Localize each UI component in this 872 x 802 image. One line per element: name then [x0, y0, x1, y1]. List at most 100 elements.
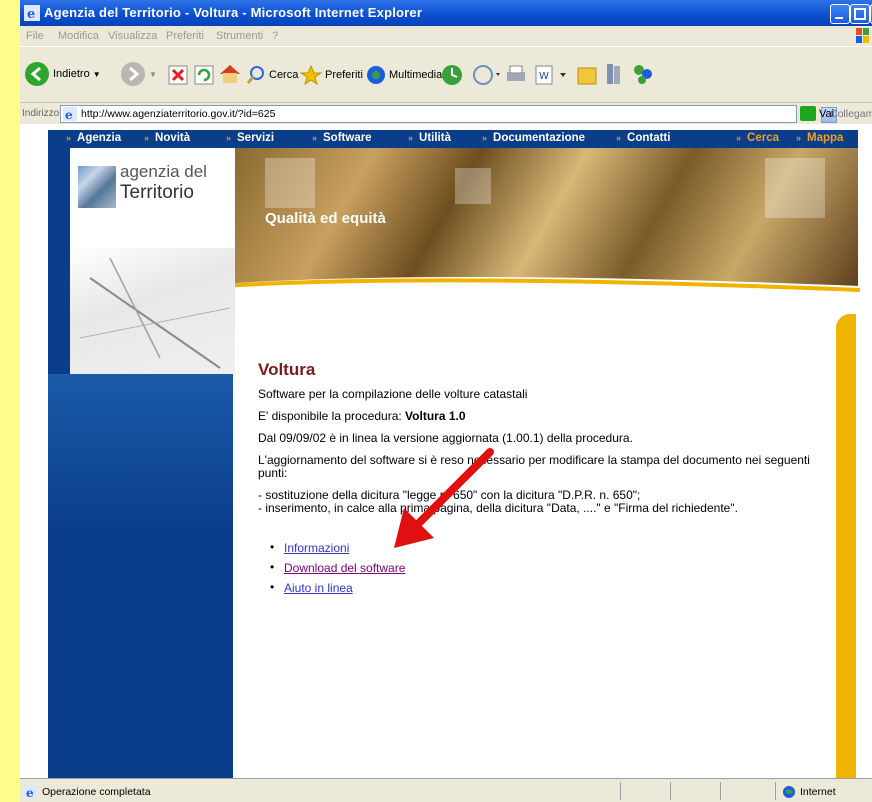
address-label: Indirizzo [22, 108, 60, 119]
nav-documentazione[interactable]: » Documentazione [482, 132, 585, 144]
nav-contatti[interactable]: » Contatti [616, 132, 670, 144]
links-list: Informazioni Download del software Aiuto… [258, 540, 828, 595]
right-gold-bar [836, 314, 856, 778]
availability-prefix: E' disponibile la procedura: [258, 409, 406, 423]
maximize-button[interactable] [850, 4, 870, 24]
folder-icon[interactable] [576, 63, 598, 87]
menu-modifica[interactable]: Modifica [58, 30, 99, 42]
svg-text:e: e [65, 108, 73, 121]
nav-label: Contatti [627, 132, 671, 144]
favorites-label: Preferiti [325, 69, 363, 81]
svg-text:W: W [539, 71, 549, 82]
menu-bar: File Modifica Visualizza Preferiti Strum… [20, 26, 872, 46]
go-button[interactable]: Vai [800, 106, 834, 121]
logo-line1: agenzia del [120, 162, 207, 181]
history-icon[interactable] [440, 63, 464, 87]
nav-novita[interactable]: » Novità [144, 132, 190, 144]
link-aiuto-in-linea[interactable]: Aiuto in linea [284, 581, 353, 595]
favorites-button[interactable]: Preferiti [300, 65, 363, 85]
link-informazioni[interactable]: Informazioni [284, 541, 349, 555]
menu-strumenti[interactable]: Strumenti [216, 30, 263, 42]
address-input[interactable]: e http://www.agenziaterritorio.gov.it/?i… [60, 105, 837, 123]
refresh-icon[interactable] [194, 65, 214, 85]
nav-utilita[interactable]: » Utilità [408, 132, 451, 144]
nav-software[interactable]: » Software [312, 132, 372, 144]
page-icon: e [63, 107, 77, 121]
forward-arrow-icon [121, 62, 145, 86]
back-button[interactable]: Indietro ▼ [24, 61, 101, 87]
mail-icon[interactable] [472, 63, 502, 87]
banner-tagline: Qualità ed equità [265, 210, 386, 227]
nav-label: Cerca [747, 132, 779, 144]
media-button[interactable]: Multimedia [366, 65, 442, 85]
edit-word-icon[interactable]: W [534, 63, 570, 87]
security-zone: Internet [782, 785, 836, 799]
menu-help[interactable]: ? [272, 30, 278, 42]
ie-icon: e [24, 5, 40, 21]
left-blue-panel [48, 374, 233, 778]
availability-version: Voltura 1.0 [405, 409, 466, 423]
logo-line2: Territorio [120, 182, 194, 203]
browser-window: e Agenzia del Territorio - Voltura - Mic… [20, 0, 872, 802]
home-icon[interactable] [218, 63, 242, 85]
menu-visualizza[interactable]: Visualizza [108, 30, 157, 42]
links-label[interactable]: Collegame [830, 108, 872, 120]
nav-label: Novità [155, 132, 191, 144]
media-icon [367, 66, 385, 84]
nav-label: Documentazione [493, 132, 586, 144]
stop-icon[interactable] [168, 65, 188, 85]
search-icon [246, 66, 264, 84]
title-bar: e Agenzia del Territorio - Voltura - Mic… [20, 0, 872, 26]
page-content: » Agenzia » Novità » Servizi » Software » Uti… [20, 124, 872, 778]
nav-label: Utilità [419, 132, 451, 144]
print-icon[interactable] [504, 63, 528, 87]
site-logo[interactable]: agenzia del Territorio [70, 148, 235, 258]
globe-icon [783, 786, 795, 798]
page-subtitle: Software per la compilazione delle voltu… [258, 387, 528, 401]
drafting-tools-drawing [79, 257, 231, 369]
minimize-button[interactable] [830, 4, 850, 24]
nav-cerca[interactable]: » Cerca [736, 132, 779, 144]
red-pointer-arrow [394, 448, 494, 548]
star-icon [300, 65, 322, 85]
menu-file[interactable]: File [26, 30, 44, 42]
list-item: Aiuto in linea [258, 580, 828, 595]
forward-button[interactable]: ▼ [120, 61, 157, 87]
address-bar: Indirizzo e http://www.agenziaterritorio… [20, 102, 872, 126]
search-button[interactable]: Cerca [246, 65, 298, 85]
drafting-tools-image [70, 248, 235, 378]
nav-label: Agenzia [77, 132, 122, 144]
back-dropdown-icon[interactable]: ▼ [93, 70, 101, 79]
search-label: Cerca [269, 69, 299, 81]
svg-text:e: e [26, 786, 34, 799]
svg-text:e: e [27, 7, 35, 21]
page-done-icon: e [24, 785, 38, 799]
page-title: Voltura [258, 360, 316, 379]
nav-label: Mappa [807, 132, 844, 144]
status-text: Operazione completata [42, 786, 151, 798]
forward-dropdown-icon[interactable]: ▼ [149, 70, 157, 79]
nav-mappa[interactable]: » Mappa [796, 132, 843, 144]
reason-line: L'aggiornamento del software si è reso n… [258, 453, 810, 480]
site-navbar: » Agenzia » Novità » Servizi » Software » Uti… [48, 130, 858, 148]
list-item: Informazioni [258, 540, 828, 555]
status-left: e Operazione completata [24, 785, 151, 799]
status-bar: e Operazione completata Internet [20, 778, 872, 802]
menu-preferiti[interactable]: Preferiti [166, 30, 204, 42]
nav-label: Servizi [237, 132, 275, 144]
zone-label: Internet [800, 786, 836, 798]
nav-agenzia[interactable]: » Agenzia [66, 132, 121, 144]
maximize-icon [854, 8, 866, 20]
window-title: Agenzia del Territorio - Voltura - Micro… [44, 5, 423, 20]
back-label: Indietro [53, 68, 90, 80]
point-2: - inserimento, in calce alla prima pagin… [258, 501, 738, 515]
toolbar: Indietro ▼ ▼ Cerca Preferiti Multimedia … [20, 46, 872, 103]
update-line: Dal 09/09/02 è in linea la versione aggi… [258, 431, 633, 445]
research-icon[interactable] [604, 61, 626, 87]
address-url: http://www.agenziaterritorio.gov.it/?id=… [81, 108, 276, 120]
nav-servizi[interactable]: » Servizi [226, 132, 274, 144]
main-content: Voltura Software per la compilazione del… [258, 360, 828, 601]
nav-label: Software [323, 132, 372, 144]
messenger-icon[interactable] [630, 61, 656, 87]
availability-line: E' disponibile la procedura: Voltura 1.0 [258, 410, 828, 423]
